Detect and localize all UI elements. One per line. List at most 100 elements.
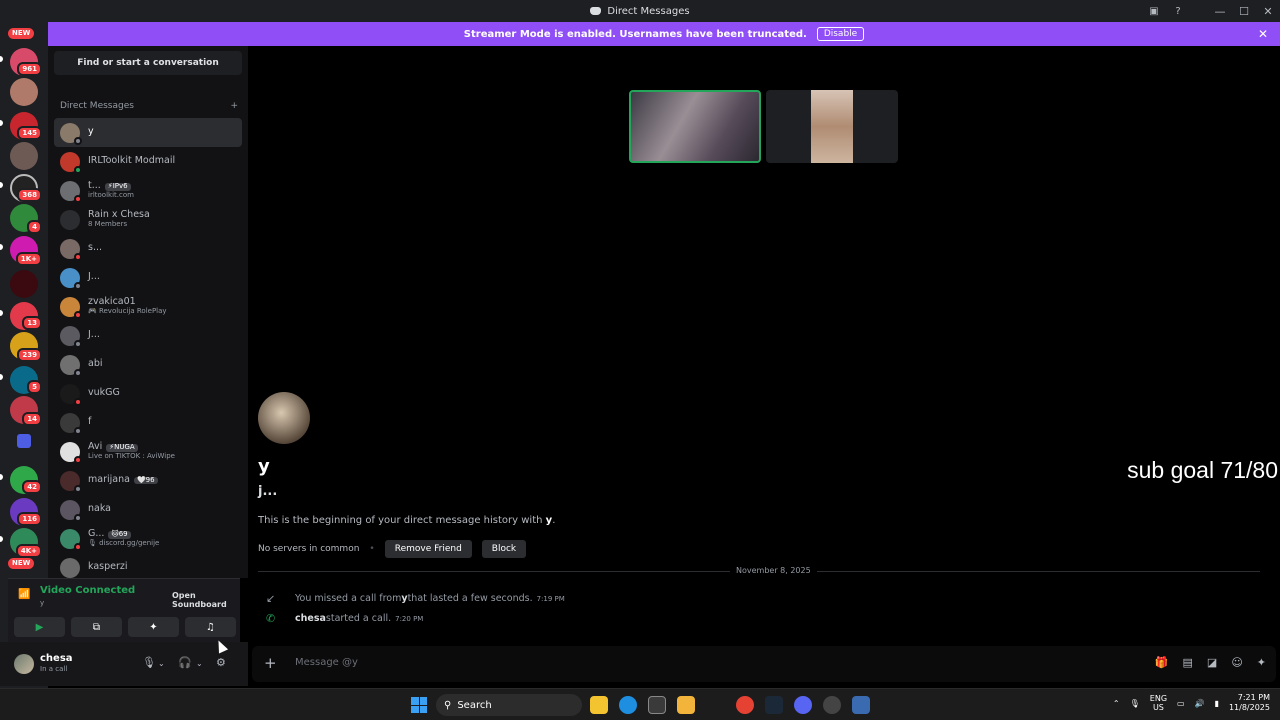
server-icon[interactable] bbox=[10, 78, 38, 106]
dm-name: IRLToolkit Modmail bbox=[88, 155, 175, 166]
video-tile-remote[interactable] bbox=[766, 90, 898, 163]
dm-item[interactable]: Rain x Chesa 8 Members bbox=[54, 205, 242, 234]
store-icon[interactable] bbox=[648, 696, 666, 714]
gif-icon[interactable]: ▤ bbox=[1183, 656, 1193, 669]
discord-taskbar-icon[interactable] bbox=[794, 696, 812, 714]
obs-icon[interactable] bbox=[823, 696, 841, 714]
dm-item[interactable]: abi bbox=[54, 350, 242, 379]
dm-item[interactable]: s... bbox=[54, 234, 242, 263]
disable-streamer-mode-button[interactable]: Disable bbox=[816, 27, 865, 41]
plus-icon[interactable]: + bbox=[264, 654, 277, 672]
dm-name: naka bbox=[88, 503, 111, 514]
user-tag: ⚡IPv6 bbox=[104, 182, 131, 191]
chat-area: y j... This is the beginning of your dir… bbox=[248, 206, 1280, 688]
avatar[interactable] bbox=[14, 654, 34, 674]
status-indicator bbox=[74, 484, 82, 493]
phone-icon: ✆ bbox=[266, 612, 276, 625]
dm-item[interactable]: IRLToolkit Modmail bbox=[54, 147, 242, 176]
steam-icon[interactable] bbox=[765, 696, 783, 714]
chevron-down-icon[interactable]: ⌄ bbox=[158, 659, 165, 668]
volume-icon[interactable]: 🔊 bbox=[1195, 699, 1205, 708]
avatar bbox=[60, 209, 80, 230]
date-divider-text: November 8, 2025 bbox=[730, 566, 817, 575]
dm-name-text: f bbox=[88, 416, 92, 428]
find-conversation-button[interactable]: Find or start a conversation bbox=[54, 51, 242, 75]
chevron-up-icon[interactable]: ⌃ bbox=[1113, 699, 1120, 708]
block-button[interactable]: Block bbox=[481, 540, 527, 558]
folder-icon[interactable] bbox=[17, 434, 31, 448]
signal-icon[interactable]: 📶 bbox=[18, 589, 30, 600]
microphone-icon[interactable]: 🎙 bbox=[142, 656, 156, 669]
avatar[interactable] bbox=[258, 392, 310, 444]
title-bar-controls: ▣ ? — ☐ ✕ bbox=[1142, 0, 1280, 22]
timestamp: 7:20 PM bbox=[395, 614, 424, 623]
dm-item[interactable]: J... bbox=[54, 263, 242, 292]
network-icon[interactable]: ▭ bbox=[1177, 699, 1185, 708]
camera-button[interactable]: ▶ bbox=[14, 617, 65, 637]
dm-item[interactable]: naka bbox=[54, 495, 242, 524]
dm-item[interactable]: marijana 🤍96 bbox=[54, 466, 242, 495]
video-tile-self[interactable] bbox=[629, 90, 761, 163]
dm-subtext: 8 Members bbox=[88, 219, 128, 228]
avatar bbox=[60, 383, 82, 406]
status-indicator bbox=[74, 310, 82, 319]
gift-icon[interactable]: 🎁 bbox=[1155, 656, 1169, 669]
close-window-button[interactable]: ✕ bbox=[1256, 0, 1280, 22]
gear-icon[interactable]: ⚙ bbox=[216, 656, 226, 669]
battery-icon[interactable]: ▮ bbox=[1215, 699, 1219, 708]
settings-icon[interactable] bbox=[852, 696, 870, 714]
avatar bbox=[60, 528, 82, 551]
dm-item[interactable]: f bbox=[54, 408, 242, 437]
dm-item[interactable]: vukGG bbox=[54, 379, 242, 408]
inbox-icon[interactable]: ▣ bbox=[1142, 0, 1166, 22]
screen-share-button[interactable]: ⧉ bbox=[71, 617, 122, 637]
language-indicator[interactable]: ENG US bbox=[1150, 694, 1167, 713]
status-indicator bbox=[74, 368, 82, 377]
headphones-icon[interactable]: 🎧 bbox=[178, 656, 192, 669]
voice-channel-name[interactable]: y bbox=[40, 599, 44, 607]
app-icon[interactable] bbox=[677, 696, 695, 714]
dm-item[interactable]: y bbox=[54, 118, 242, 147]
file-explorer-icon[interactable] bbox=[590, 696, 608, 714]
chrome-icon[interactable] bbox=[736, 696, 754, 714]
soundboard-button[interactable]: ♫ bbox=[185, 617, 236, 637]
voice-status-title[interactable]: Video Connected bbox=[40, 585, 135, 596]
caller-name[interactable]: chesa bbox=[295, 613, 326, 624]
dm-name-text: marijana bbox=[88, 474, 130, 486]
dm-subtext: 🎮 Revolucija RolePlay bbox=[88, 306, 167, 315]
edge-icon[interactable] bbox=[619, 696, 637, 714]
sticker-icon[interactable]: ◪ bbox=[1207, 656, 1217, 669]
server-badge: 14 bbox=[22, 412, 42, 426]
dm-item[interactable]: Avi ⚡NUGA Live on TIKTOK : AviWipe bbox=[54, 437, 242, 466]
server-icon[interactable] bbox=[10, 142, 38, 170]
missed-call-message: ↙ You missed a call from y that lasted a… bbox=[266, 592, 565, 605]
apps-icon[interactable]: ✦ bbox=[1257, 656, 1266, 669]
minimize-button[interactable]: — bbox=[1208, 0, 1232, 22]
help-icon[interactable]: ? bbox=[1166, 0, 1190, 22]
emoji-icon[interactable]: ☺ bbox=[1231, 656, 1242, 669]
server-icon[interactable] bbox=[10, 270, 38, 298]
status-indicator bbox=[74, 397, 82, 406]
close-banner-icon[interactable]: ✕ bbox=[1258, 27, 1268, 41]
taskbar-search[interactable]: ⚲ Search bbox=[436, 694, 582, 716]
message-input[interactable]: Message @y bbox=[295, 657, 358, 668]
dm-name: abi bbox=[88, 358, 103, 369]
microphone-icon[interactable]: 🎙 bbox=[1130, 699, 1140, 708]
chevron-down-icon[interactable]: ⌄ bbox=[196, 659, 203, 668]
dm-sidebar: Find or start a conversation Direct Mess… bbox=[48, 46, 248, 578]
username[interactable]: chesa bbox=[40, 653, 73, 664]
clock[interactable]: 7:21 PM 11/8/2025 bbox=[1229, 693, 1270, 714]
start-button[interactable] bbox=[411, 697, 427, 713]
dm-item[interactable]: t... ⚡IPv6 irltoolkit.com bbox=[54, 176, 242, 205]
lang-bottom: US bbox=[1152, 703, 1164, 713]
activities-button[interactable]: ✦ bbox=[128, 617, 179, 637]
dm-item[interactable]: J... bbox=[54, 321, 242, 350]
add-dm-icon[interactable]: + bbox=[230, 101, 238, 111]
dm-item[interactable]: G... 🐱69 🎙 discord.gg/genije bbox=[54, 524, 242, 553]
server-badge: 13 bbox=[22, 316, 42, 330]
dm-text: kasperzi bbox=[88, 561, 128, 572]
remove-friend-button[interactable]: Remove Friend bbox=[384, 540, 472, 558]
taskbar-search-label: Search bbox=[457, 699, 492, 711]
dm-item[interactable]: zvakica01 🎮 Revolucija RolePlay bbox=[54, 292, 242, 321]
maximize-button[interactable]: ☐ bbox=[1232, 0, 1256, 22]
